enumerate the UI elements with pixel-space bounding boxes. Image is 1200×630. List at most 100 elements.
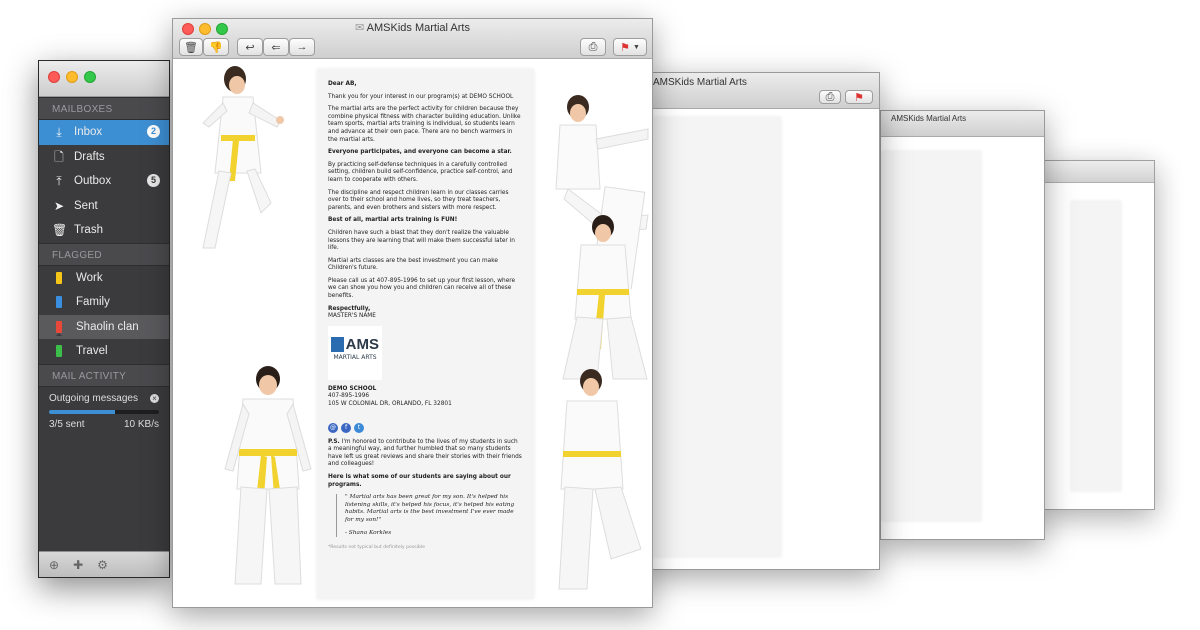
section-flagged: FLAGGED — [39, 242, 169, 266]
window-title: AMSKids Martial Arts — [653, 77, 747, 88]
logo-mark-icon — [331, 336, 344, 352]
ps-text: I'm honored to contribute to the lives o… — [328, 438, 522, 468]
add-icon[interactable]: ✚ — [73, 558, 83, 572]
sidebar-item-travel[interactable]: Travel — [39, 339, 169, 364]
flag-icon: ⚑ — [620, 41, 630, 54]
school-phone: 407-895-1996 — [328, 393, 370, 400]
logo-small-text: MARTIAL ARTS — [333, 353, 377, 361]
paragraph: The martial arts are the perfect activit… — [328, 106, 521, 143]
section-mailboxes: MAILBOXES — [39, 97, 169, 120]
sidebar-titlebar — [39, 61, 169, 97]
sidebar-item-family[interactable]: Family — [39, 290, 169, 315]
progress-fill — [49, 409, 115, 414]
forward-button[interactable]: → — [289, 38, 315, 56]
section-mail-activity: MAIL ACTIVITY — [39, 363, 169, 387]
email-window: ✉ AMSKids Martial Arts 🗑 👎 ↩ ⇐ → ⎙ ⚑ ▼ D… — [172, 18, 653, 608]
stacked-window-4 — [1040, 160, 1155, 510]
reply-all-icon: ⇐ — [271, 41, 281, 54]
flag-icon — [56, 296, 62, 312]
mailbox-sidebar: MAILBOXES ⤓ Inbox 2 🗋 Drafts ⤒ Outbox 5 … — [38, 60, 170, 578]
signoff: Respectfully, — [328, 305, 371, 312]
facebook-icon[interactable]: f — [341, 422, 351, 433]
stacked-window-2: AMSKids Martial Arts ⎙ ⚑ — [640, 72, 880, 570]
karate-kid-image — [202, 66, 284, 249]
sidebar-item-label: Sent — [74, 199, 98, 212]
junk-button[interactable]: 👎 — [203, 38, 229, 56]
sidebar-item-label: Shaolin clan — [76, 320, 139, 333]
minimize-button[interactable] — [66, 71, 78, 83]
karate-kid-image — [558, 369, 642, 590]
mail-icon[interactable]: @ — [328, 422, 338, 433]
flag-icon — [56, 271, 62, 287]
quote-text: " Martial arts has been great for my son… — [345, 494, 515, 523]
flag-icon — [56, 320, 62, 336]
printer-icon: ⎙ — [588, 40, 598, 53]
print-button[interactable]: ⎙ — [819, 90, 841, 104]
paragraph: Martial arts classes are the best invest… — [328, 257, 498, 272]
ps-paragraph: P.S. I'm honored to contribute to the li… — [328, 439, 523, 469]
outgoing-label: Outgoing messages — [49, 392, 138, 404]
email-card: Dear AB, Thank you for your interest in … — [317, 69, 534, 599]
school-name: DEMO SCHOOL — [328, 385, 377, 392]
unread-badge: 2 — [147, 125, 160, 138]
flag-menu-button[interactable]: ⚑ ▼ — [613, 38, 647, 56]
trash-icon: 🗑 — [184, 41, 198, 54]
flag-button[interactable]: ⚑ — [845, 90, 873, 104]
forward-icon: → — [296, 41, 308, 53]
twitter-icon[interactable]: t — [354, 422, 364, 433]
chevron-down-icon: ▼ — [632, 43, 640, 51]
sidebar-footer: ⊕ ✚ ⚙ — [39, 551, 169, 577]
trash-icon: 🗑 — [52, 223, 68, 237]
upload-icon[interactable]: ⊕ — [49, 558, 59, 572]
mail-activity-panel: Outgoing messages × 3/5 sent 10 KB/s — [39, 387, 169, 436]
ams-logo: AMS MARTIAL ARTS — [328, 325, 382, 380]
greeting: Dear AB, — [328, 81, 357, 87]
paragraph: Please call us at 407-895-1996 to set up… — [328, 277, 516, 300]
delete-button[interactable]: 🗑 — [179, 38, 203, 56]
disclaimer: *Results not typical but definitely poss… — [328, 545, 425, 551]
paragraph: Children have such a blast that they don… — [328, 229, 515, 252]
document-icon: 🗋 — [54, 149, 64, 164]
sidebar-item-outbox[interactable]: ⤒ Outbox 5 — [39, 169, 169, 194]
thumbs-down-icon: 👎 — [209, 41, 223, 54]
sidebar-item-label: Outbox — [74, 175, 112, 187]
sidebar-item-drafts[interactable]: 🗋 Drafts — [39, 145, 169, 170]
paper-plane-icon: ➤ — [53, 198, 65, 213]
logo-big-text: AMS — [345, 335, 379, 353]
paragraph: By practicing self-defense techniques in… — [328, 161, 513, 183]
window-title: AMSKids Martial Arts — [366, 22, 470, 34]
sidebar-item-inbox[interactable]: ⤓ Inbox 2 — [39, 120, 169, 145]
ps-label: P.S. — [328, 438, 340, 445]
zoom-button[interactable] — [84, 71, 96, 83]
school-address: 105 W COLONIAL DR, ORLANDO, FL 32801 — [328, 401, 452, 408]
stacked-window-3: AMSKids Martial Arts — [880, 110, 1045, 540]
intro-paragraph: Thank you for your interest in our progr… — [328, 93, 514, 100]
print-button[interactable]: ⎙ — [580, 38, 606, 56]
heading: Here is what some of our students are sa… — [328, 474, 511, 488]
sidebar-item-trash[interactable]: 🗑 Trash — [39, 218, 169, 243]
outbox-icon: ⤒ — [56, 174, 62, 188]
reply-button[interactable]: ↩ — [237, 38, 263, 56]
heading: Everyone participates, and everyone can … — [328, 149, 512, 156]
reply-all-button[interactable]: ⇐ — [263, 38, 289, 56]
cancel-icon[interactable]: × — [150, 393, 159, 403]
sidebar-item-sent[interactable]: ➤ Sent — [39, 194, 169, 219]
flag-icon — [56, 345, 62, 361]
karate-kid-image — [224, 366, 312, 585]
sidebar-item-label: Work — [76, 271, 103, 284]
inbox-icon: ⤓ — [56, 125, 62, 139]
progress-bar — [49, 409, 159, 414]
email-body: Dear AB, Thank you for your interest in … — [173, 59, 652, 607]
signer-name: MASTER'S NAME — [328, 313, 376, 320]
email-toolbar: ✉ AMSKids Martial Arts 🗑 👎 ↩ ⇐ → ⎙ ⚑ ▼ — [173, 19, 652, 59]
paragraph: The discipline and respect children lear… — [328, 189, 509, 211]
sidebar-item-label: Family — [76, 296, 110, 308]
sidebar-item-shaolin-clan[interactable]: Shaolin clan — [39, 314, 169, 339]
transfer-speed: 10 KB/s — [123, 418, 159, 430]
reply-icon: ↩ — [245, 41, 255, 54]
gear-icon[interactable]: ⚙ — [97, 558, 108, 572]
close-button[interactable] — [48, 71, 60, 83]
sidebar-item-work[interactable]: Work — [39, 266, 169, 291]
sidebar-item-label: Trash — [74, 224, 103, 236]
outbox-badge: 5 — [147, 174, 160, 187]
